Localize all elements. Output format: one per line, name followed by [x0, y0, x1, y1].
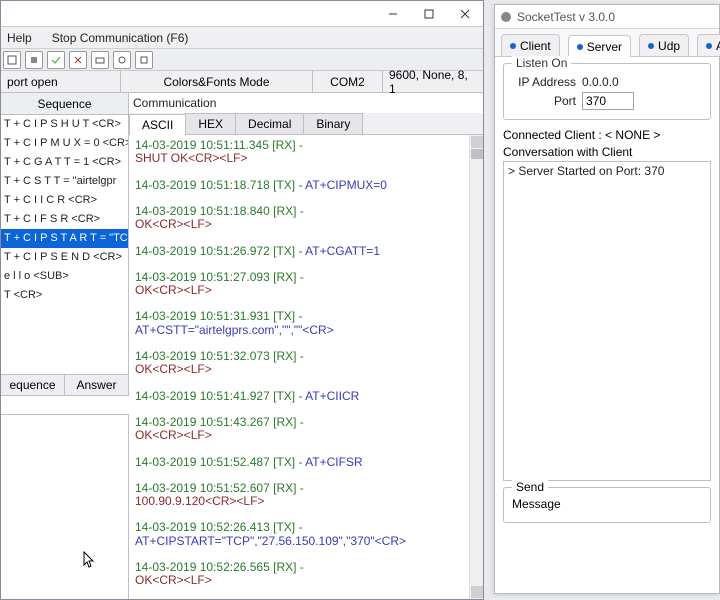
- serial-params: 9600, None, 8, 1: [383, 71, 483, 92]
- toolbar-btn-1[interactable]: [3, 51, 21, 69]
- sequence-item[interactable]: T + C S T T = "airtelgpr: [1, 172, 128, 191]
- port-status: port open: [1, 71, 121, 92]
- sockettest-tabs: Client Server Udp About: [495, 29, 719, 57]
- tab-ascii[interactable]: ASCII: [129, 114, 186, 135]
- log-line: 14-03-2019 10:51:18.718 [TX] - AT+CIPMUX…: [135, 179, 477, 192]
- tab-about[interactable]: About: [697, 34, 720, 56]
- communication-tabs: ASCIIHEXDecimalBinary: [129, 113, 483, 135]
- toolbar-btn-4[interactable]: [69, 51, 87, 69]
- toolbar-btn-2[interactable]: [25, 51, 43, 69]
- log-line: AT+CIPSTART="TCP","27.56.150.109","370"<…: [135, 535, 477, 548]
- col-answer: Answer: [65, 375, 128, 395]
- toolbar-btn-6[interactable]: [113, 51, 131, 69]
- toolbar-btn-7[interactable]: [135, 51, 153, 69]
- sockettest-title: SocketTest v 3.0.0: [517, 10, 615, 24]
- sequence-item[interactable]: T + C I P S H U T <CR>: [1, 115, 128, 134]
- sequence-empty-area: [1, 415, 128, 599]
- sequence-header: Sequence: [1, 93, 128, 115]
- window-titlebar: [1, 1, 483, 27]
- log-scrollbar[interactable]: [469, 135, 483, 599]
- listen-on-group: Listen On IP Address 0.0.0.0 Port: [503, 63, 711, 120]
- log-line: OK<CR><LF>: [135, 429, 477, 442]
- tab-server[interactable]: Server: [568, 35, 631, 57]
- ip-address-value: 0.0.0.0: [582, 75, 619, 89]
- sequence-sidebar: Sequence T + C I P S H U T <CR>T + C I P…: [1, 93, 129, 599]
- log-line: OK<CR><LF>: [135, 218, 477, 231]
- port-label: Port: [512, 94, 576, 108]
- sequence-item[interactable]: T + C I I C R <CR>: [1, 191, 128, 210]
- minimize-button[interactable]: [375, 1, 411, 27]
- dot-icon: [706, 43, 712, 49]
- sockettest-window: SocketTest v 3.0.0 ClientServerUdpAbout …: [494, 4, 720, 594]
- ip-address-label: IP Address: [512, 75, 576, 89]
- sequence-item[interactable]: T + C I P S E N D <CR>: [1, 248, 128, 267]
- sequence-item[interactable]: T + C I F S R <CR>: [1, 210, 128, 229]
- log-line: OK<CR><LF>: [135, 574, 477, 587]
- col-sequence: equence: [1, 375, 65, 395]
- log-line: 14-03-2019 10:51:41.927 [TX] - AT+CIICR: [135, 390, 477, 403]
- toolbar-btn-5[interactable]: [91, 51, 109, 69]
- log-line: AT+CSTT="airtelgprs.com","",""<CR>: [135, 324, 477, 337]
- conversation-label: Conversation with Client: [503, 145, 711, 159]
- toolbar-btn-3[interactable]: [47, 51, 65, 69]
- tab-udp[interactable]: Udp: [639, 34, 689, 56]
- tab-decimal[interactable]: Decimal: [235, 113, 304, 134]
- scroll-thumb[interactable]: [471, 149, 483, 159]
- dot-icon: [648, 43, 654, 49]
- app-icon: [501, 12, 511, 22]
- send-group: Send Message: [503, 487, 711, 523]
- tab-hex[interactable]: HEX: [185, 113, 236, 134]
- tab-binary[interactable]: Binary: [303, 113, 363, 134]
- sockettest-titlebar: SocketTest v 3.0.0: [495, 5, 719, 29]
- maximize-button[interactable]: [411, 1, 447, 27]
- com-port: COM2: [313, 71, 383, 92]
- dot-icon: [577, 44, 583, 50]
- sequence-item[interactable]: T <CR>: [1, 286, 128, 305]
- listen-on-legend: Listen On: [512, 56, 571, 70]
- tab-client[interactable]: Client: [501, 34, 560, 56]
- sequence-item[interactable]: T + C I P S T A R T = "TCP: [1, 229, 128, 248]
- port-input[interactable]: [582, 92, 634, 110]
- log-line: 14-03-2019 10:52:26.413 [TX] -: [135, 521, 477, 534]
- menubar: Help Stop Communication (F6): [1, 27, 483, 49]
- serial-terminal-window: Help Stop Communication (F6) port open C…: [0, 0, 484, 600]
- dot-icon: [510, 43, 516, 49]
- status-row: port open Colors&Fonts Mode COM2 9600, N…: [1, 71, 483, 93]
- cursor-icon: [83, 551, 97, 569]
- sequence-item[interactable]: e l l o <SUB>: [1, 267, 128, 286]
- log-line: 14-03-2019 10:51:31.931 [TX] -: [135, 310, 477, 323]
- log-line: 14-03-2019 10:51:26.972 [TX] - AT+CGATT=…: [135, 245, 477, 258]
- menu-stop-communication[interactable]: Stop Communication (F6): [48, 29, 193, 47]
- sequence-item[interactable]: T + C G A T T = 1 <CR>: [1, 153, 128, 172]
- colors-fonts-mode[interactable]: Colors&Fonts Mode: [121, 71, 313, 92]
- scroll-down-icon[interactable]: [471, 586, 483, 598]
- log-line: OK<CR><LF>: [135, 284, 477, 297]
- conversation-box[interactable]: > Server Started on Port: 370: [503, 161, 711, 481]
- sequence-item[interactable]: T + C I P M U X = 0 <CR>: [1, 134, 128, 153]
- log-line: OK<CR><LF>: [135, 363, 477, 376]
- log-line: SHUT OK<CR><LF>: [135, 152, 477, 165]
- log-line: 100.90.9.120<CR><LF>: [135, 495, 477, 508]
- send-legend: Send: [512, 480, 548, 494]
- close-button[interactable]: [447, 1, 483, 27]
- communication-log[interactable]: 14-03-2019 10:51:11.345 [RX] - SHUT OK<C…: [129, 135, 483, 599]
- connected-client-label: Connected Client : < NONE >: [503, 128, 711, 142]
- communication-pane: Communication ASCIIHEXDecimalBinary 14-0…: [129, 93, 483, 599]
- log-line: 14-03-2019 10:51:52.487 [TX] - AT+CIFSR: [135, 456, 477, 469]
- communication-header: Communication: [129, 93, 483, 113]
- sequence-list[interactable]: T + C I P S H U T <CR>T + C I P M U X = …: [1, 115, 128, 375]
- scroll-up-icon[interactable]: [471, 136, 483, 148]
- message-label: Message: [512, 497, 561, 511]
- menu-help[interactable]: Help: [3, 29, 36, 47]
